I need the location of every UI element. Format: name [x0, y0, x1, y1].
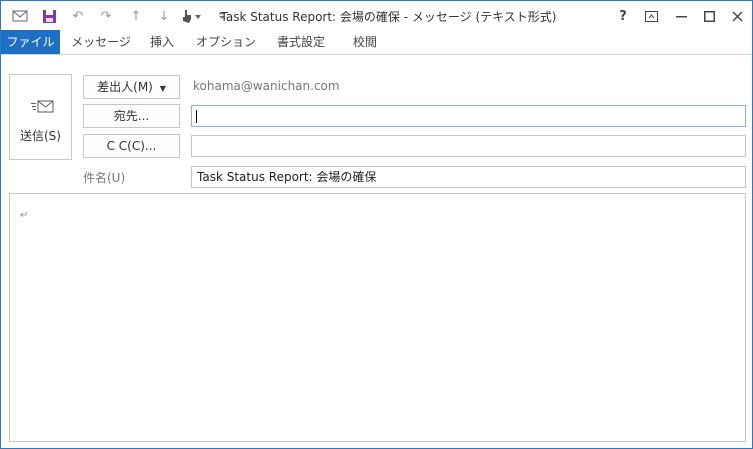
chevron-down-icon: ▼: [159, 84, 166, 93]
send-envelope-icon: [31, 100, 54, 113]
to-field[interactable]: [191, 105, 746, 127]
up-arrow-icon[interactable]: ↑: [127, 7, 145, 25]
to-button[interactable]: 宛先...: [83, 104, 180, 128]
touch-mode-icon[interactable]: [179, 7, 203, 25]
window-title: Task Status Report: 会場の確保 - メッセージ (テキスト形…: [220, 10, 557, 24]
redo-icon[interactable]: ↷: [97, 7, 115, 25]
subject-label: 件名(U): [83, 171, 126, 185]
tab-message[interactable]: メッセージ: [71, 30, 131, 54]
down-arrow-icon[interactable]: ↓: [155, 7, 173, 25]
tab-review[interactable]: 校閲: [345, 30, 385, 54]
from-button-label: 差出人(M): [97, 80, 153, 94]
subject-field[interactable]: Task Status Report: 会場の確保: [191, 166, 746, 188]
paragraph-mark: ↵: [20, 210, 29, 221]
save-icon[interactable]: [40, 7, 58, 25]
cc-button[interactable]: C C(C)...: [83, 134, 180, 158]
tab-insert[interactable]: 挿入: [141, 30, 183, 54]
outlook-icon[interactable]: [11, 7, 29, 25]
ribbon-tab-bar: ファイル メッセージ 挿入 オプション 書式設定 校閲: [1, 30, 752, 55]
send-button[interactable]: 送信(S): [9, 74, 72, 160]
cc-field[interactable]: [191, 135, 746, 157]
undo-icon[interactable]: ↶: [69, 7, 87, 25]
subject-value: Task Status Report: 会場の確保: [197, 170, 377, 184]
close-icon[interactable]: [726, 5, 748, 27]
minimize-icon[interactable]: [670, 5, 692, 27]
ribbon-display-icon[interactable]: [640, 5, 662, 27]
from-button[interactable]: 差出人(M) ▼: [83, 75, 180, 99]
maximize-icon[interactable]: [698, 5, 720, 27]
from-address: kohama@wanichan.com: [193, 79, 340, 93]
text-caret: [196, 110, 197, 123]
help-button[interactable]: ?: [612, 5, 634, 27]
tab-options[interactable]: オプション: [195, 30, 257, 54]
message-window: ↶ ↷ ↑ ↓ Task Status Report: 会場の確保 - メッセー…: [0, 0, 753, 449]
tab-format-text[interactable]: 書式設定: [269, 30, 333, 54]
tab-file[interactable]: ファイル: [1, 30, 60, 54]
message-body[interactable]: ↵: [9, 193, 746, 442]
title-bar: ↶ ↷ ↑ ↓ Task Status Report: 会場の確保 - メッセー…: [1, 1, 752, 30]
send-label: 送信(S): [20, 129, 61, 143]
